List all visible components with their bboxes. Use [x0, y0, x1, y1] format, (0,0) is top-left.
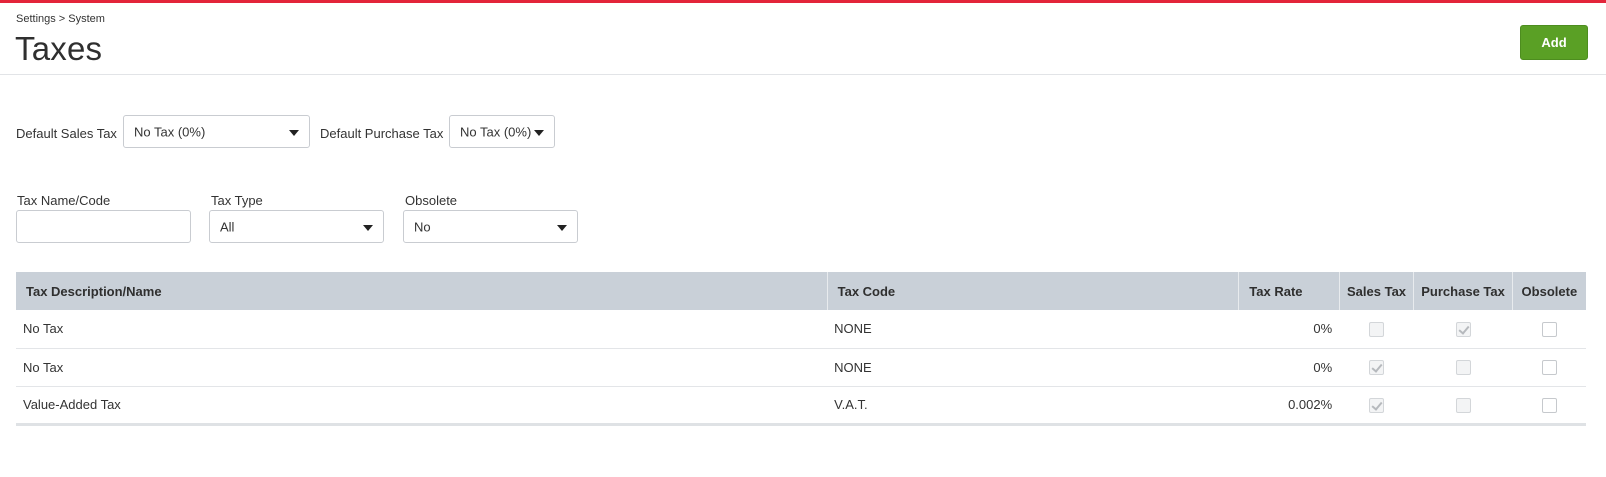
default-sales-tax-select[interactable]: No Tax (0%): [123, 115, 310, 148]
column-header-sales-tax[interactable]: Sales Tax: [1339, 272, 1415, 310]
tax-name-code-label: Tax Name/Code: [17, 193, 111, 208]
default-purchase-tax-select[interactable]: No Tax (0%): [449, 115, 555, 148]
obsolete-filter-select[interactable]: No: [403, 210, 578, 243]
tax-name-cell[interactable]: Value-Added Tax: [16, 386, 828, 426]
obsolete-checkbox[interactable]: [1541, 360, 1557, 376]
column-header-code[interactable]: Tax Code: [827, 272, 1240, 310]
tax-name-code-input[interactable]: [16, 210, 191, 243]
default-sales-tax-value: No Tax (0%): [134, 124, 206, 139]
breadcrumb[interactable]: Settings > System: [16, 13, 105, 25]
table-row[interactable]: No Tax NONE 0%: [16, 348, 1586, 387]
tax-rate-cell: 0%: [1238, 310, 1340, 349]
tax-type-value: All: [220, 219, 235, 234]
default-purchase-tax-value: No Tax (0%): [460, 124, 532, 139]
column-header-description[interactable]: Tax Description/Name: [16, 272, 828, 310]
tax-name-cell[interactable]: No Tax: [16, 310, 828, 349]
tax-rate-cell: 0%: [1238, 348, 1340, 387]
purchase-tax-checkbox: [1455, 397, 1471, 413]
purchase-tax-checkbox: [1455, 321, 1471, 337]
column-header-purchase-tax[interactable]: Purchase Tax: [1413, 272, 1513, 310]
tax-type-label: Tax Type: [211, 193, 263, 208]
tax-name-cell[interactable]: No Tax: [16, 348, 828, 387]
obsolete-filter-value: No: [414, 219, 431, 234]
column-header-rate[interactable]: Tax Rate: [1238, 272, 1340, 310]
default-sales-tax-label: Default Sales Tax: [16, 126, 117, 141]
sales-tax-checkbox: [1369, 397, 1385, 413]
chevron-down-icon: [557, 224, 567, 231]
tax-type-select[interactable]: All: [209, 210, 384, 243]
obsolete-checkbox[interactable]: [1541, 321, 1557, 337]
column-header-obsolete[interactable]: Obsolete: [1512, 272, 1586, 310]
purchase-tax-checkbox: [1455, 360, 1471, 376]
sales-tax-checkbox: [1369, 360, 1385, 376]
tax-code-cell: NONE: [827, 310, 1239, 349]
chevron-down-icon: [289, 129, 299, 136]
add-button[interactable]: Add: [1520, 25, 1588, 60]
obsolete-checkbox[interactable]: [1541, 397, 1557, 413]
page-header: Settings > System Taxes Add: [0, 3, 1606, 75]
chevron-down-icon: [534, 129, 544, 136]
tax-code-cell: NONE: [827, 348, 1239, 387]
tax-rate-cell: 0.002%: [1238, 386, 1340, 426]
sales-tax-checkbox: [1369, 321, 1385, 337]
obsolete-filter-label: Obsolete: [405, 193, 458, 208]
table-row[interactable]: Value-Added Tax V.A.T. 0.002%: [16, 386, 1586, 426]
tax-code-cell: V.A.T.: [827, 386, 1239, 426]
page-title: Taxes: [15, 30, 103, 67]
taxes-table: Tax Description/Name Tax Code Tax Rate S…: [16, 272, 1586, 426]
default-purchase-tax-label: Default Purchase Tax: [320, 126, 444, 141]
table-header-row: Tax Description/Name Tax Code Tax Rate S…: [16, 272, 1586, 310]
chevron-down-icon: [363, 224, 373, 231]
table-row[interactable]: No Tax NONE 0%: [16, 310, 1586, 349]
